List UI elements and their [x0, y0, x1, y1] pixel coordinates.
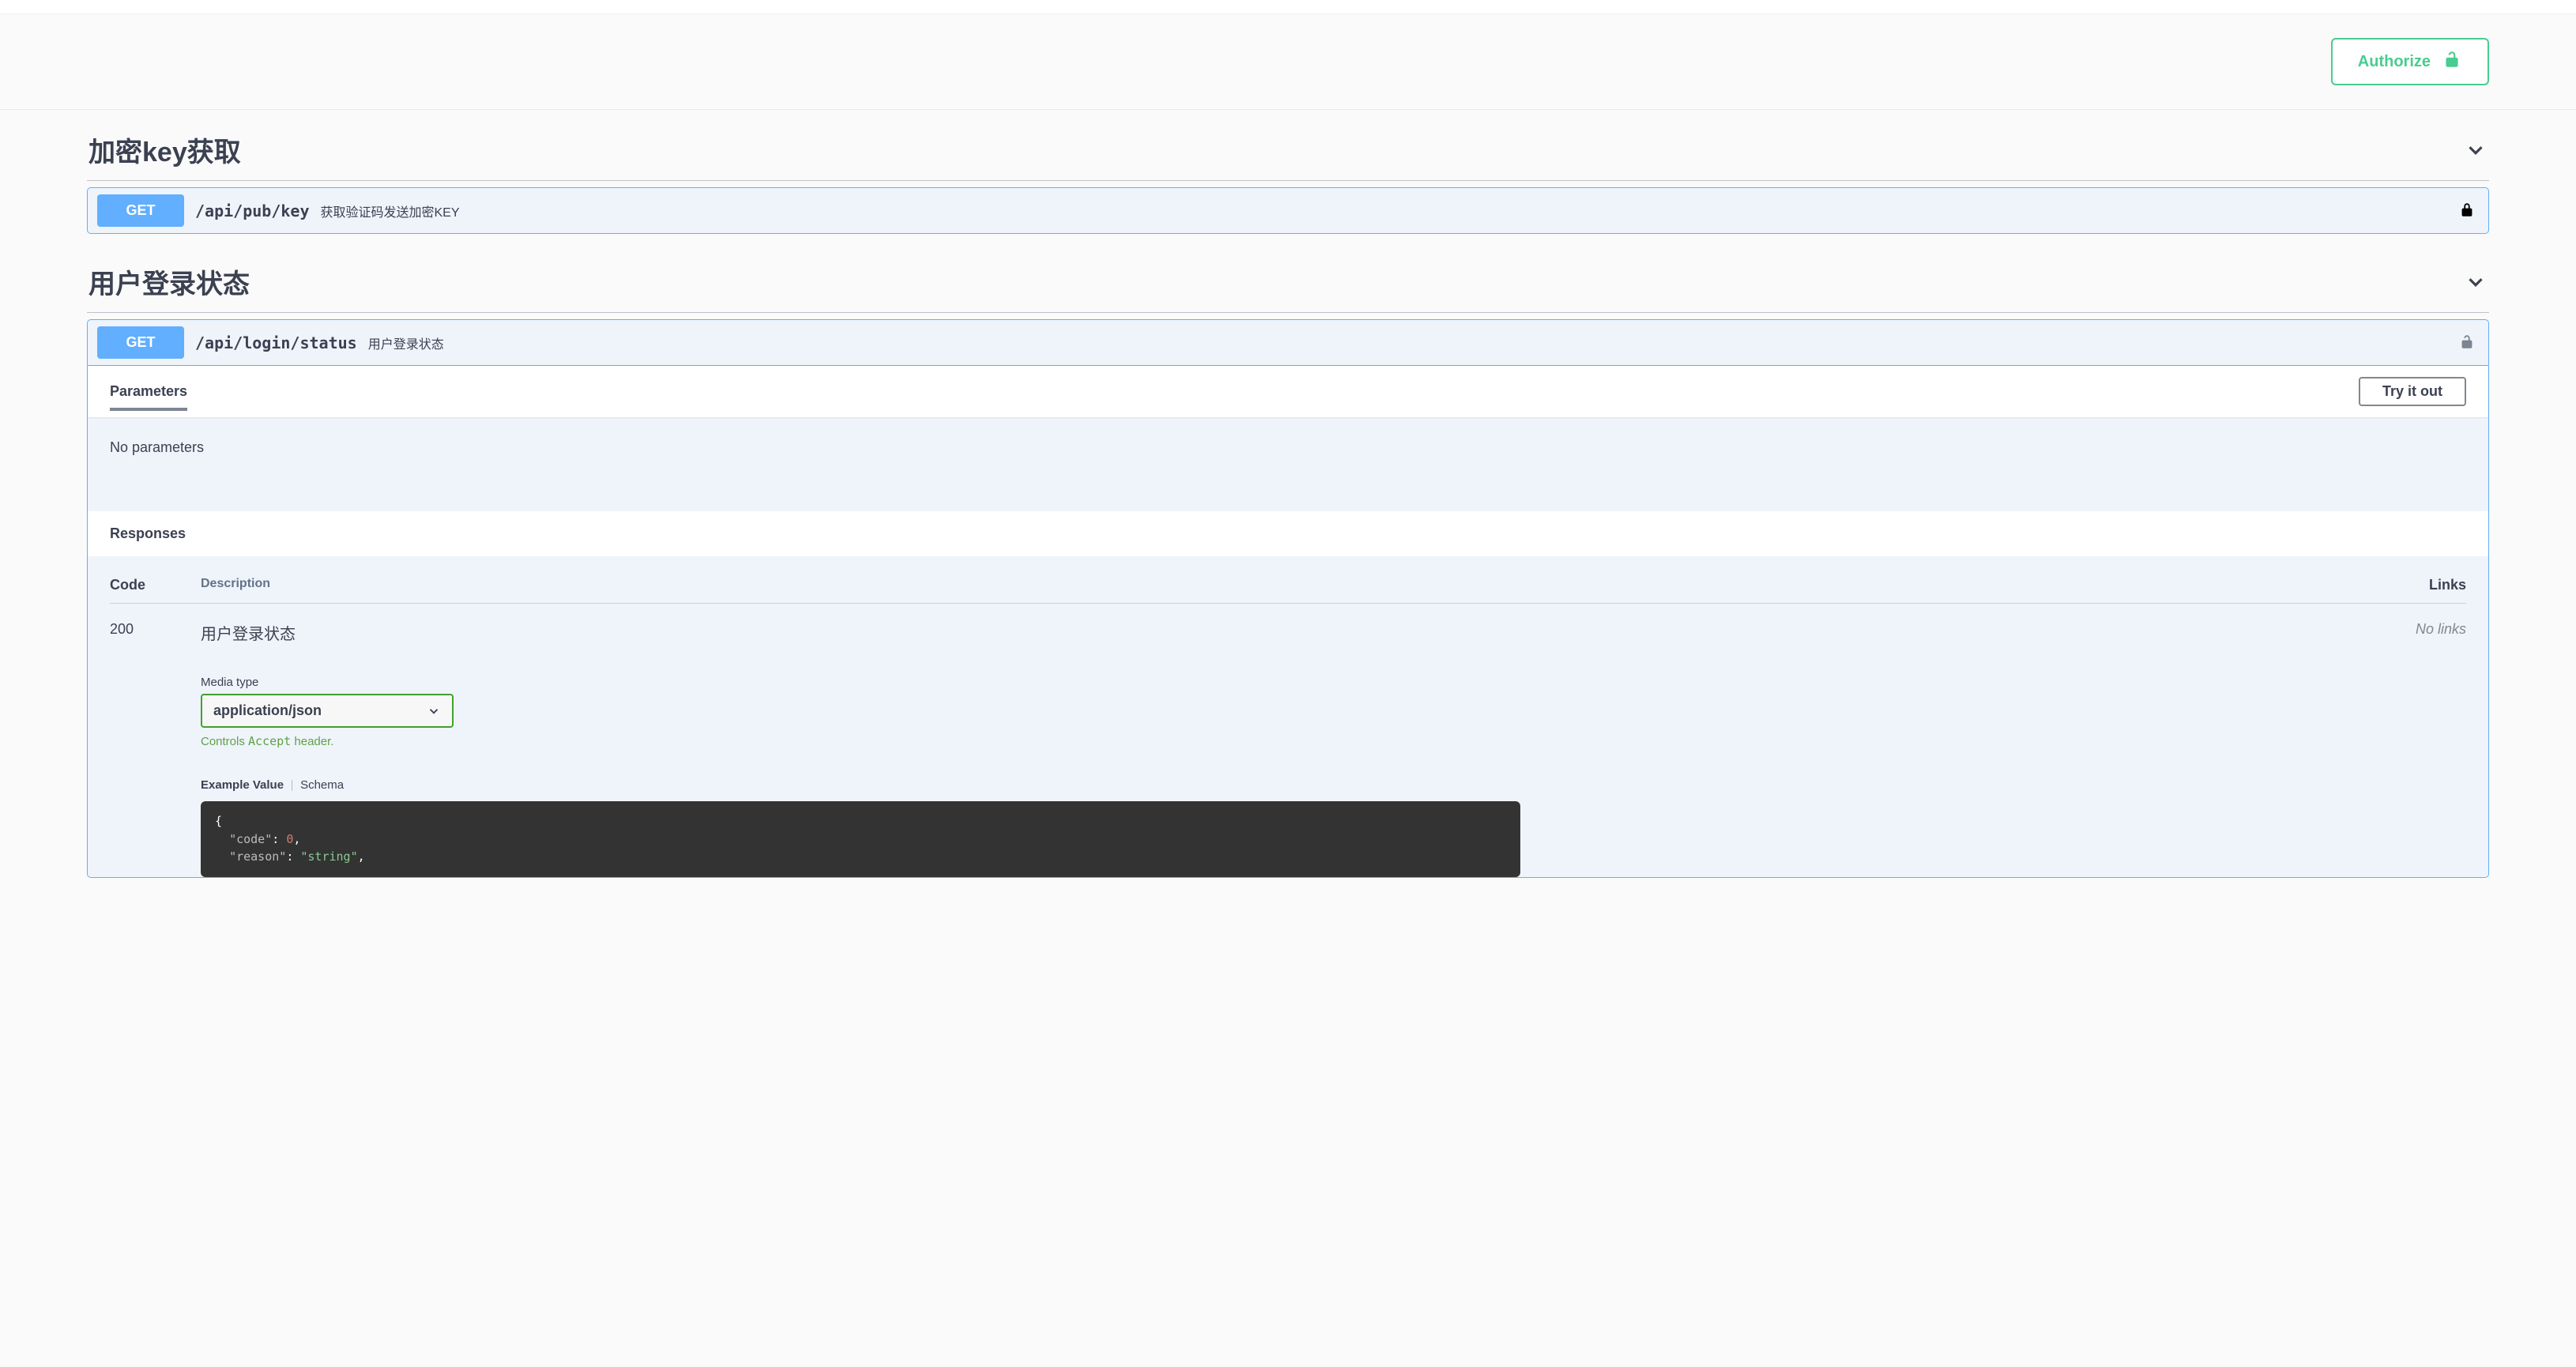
responses-title: Responses: [110, 525, 2466, 542]
response-row-200: 200 用户登录状态 Media type application/json C…: [110, 604, 2466, 877]
json-brace: {: [215, 814, 222, 828]
responses-table: Code Description Links 200 用户登录状态 Media …: [88, 556, 2488, 877]
media-type-select[interactable]: application/json: [201, 694, 454, 728]
op-get-pub-key: GET /api/pub/key 获取验证码发送加密KEY: [87, 187, 2489, 234]
example-code-block[interactable]: { "code": 0, "reason": "string",: [201, 801, 1520, 877]
authorize-label: Authorize: [2358, 53, 2431, 71]
col-code-header: Code: [110, 577, 201, 593]
hint-prefix: Controls: [201, 735, 248, 748]
json-val-code: 0: [286, 832, 293, 846]
chevron-down-icon: [427, 704, 441, 718]
op-path: /api/login/status: [195, 333, 357, 352]
op-get-login-status: GET /api/login/status 用户登录状态 Parameters …: [87, 319, 2489, 878]
lock-icon[interactable]: [2458, 201, 2476, 220]
col-links-header: Links: [2371, 577, 2466, 593]
json-val-reason: "string": [300, 849, 357, 864]
content: 加密key获取 GET /api/pub/key 获取验证码发送加密KEY 用户…: [0, 110, 2576, 909]
parameters-tab[interactable]: Parameters: [110, 383, 187, 400]
col-desc-header: Description: [201, 577, 2371, 593]
response-links: No links: [2371, 621, 2466, 877]
lock-open-icon[interactable]: [2458, 333, 2476, 352]
no-parameters-text: No parameters: [110, 439, 204, 455]
auth-bar: Authorize: [0, 14, 2576, 110]
tag-title: 加密key获取: [89, 130, 241, 169]
media-type-value: application/json: [213, 702, 322, 719]
parameters-header: Parameters Try it out: [88, 366, 2488, 417]
accept-hint: Controls Accept header.: [201, 734, 2371, 748]
lock-open-icon: [2442, 49, 2462, 74]
json-key-code: "code": [229, 832, 272, 846]
response-description: 用户登录状态: [201, 621, 2371, 644]
op-summary[interactable]: GET /api/pub/key 获取验证码发送加密KEY: [88, 188, 2488, 233]
response-description-block: 用户登录状态 Media type application/json Contr…: [201, 621, 2371, 877]
chevron-down-icon: [2464, 270, 2487, 294]
method-badge: GET: [97, 326, 184, 359]
method-badge: GET: [97, 194, 184, 227]
op-body: Parameters Try it out No parameters Resp…: [88, 365, 2488, 877]
hint-header-name: Accept: [248, 734, 291, 748]
op-path: /api/pub/key: [195, 201, 310, 220]
op-summary[interactable]: GET /api/login/status 用户登录状态: [88, 320, 2488, 365]
tab-schema[interactable]: Schema: [300, 778, 344, 792]
tag-title: 用户登录状态: [89, 262, 250, 301]
schema-tabs: Example Value Schema: [201, 778, 2371, 792]
try-it-out-button[interactable]: Try it out: [2359, 377, 2466, 406]
chevron-down-icon: [2464, 138, 2487, 162]
tag-header-key[interactable]: 加密key获取: [87, 110, 2489, 181]
media-type-label: Media type: [201, 676, 2371, 689]
parameters-area: No parameters: [88, 417, 2488, 511]
op-summary-desc: 用户登录状态: [368, 333, 444, 352]
tag-header-login-status[interactable]: 用户登录状态: [87, 242, 2489, 313]
json-key-reason: "reason": [229, 849, 286, 864]
window-top-strip: [0, 0, 2576, 14]
responses-header: Responses: [88, 511, 2488, 556]
response-code: 200: [110, 621, 201, 877]
hint-suffix: header.: [291, 735, 333, 748]
tab-example-value[interactable]: Example Value: [201, 778, 284, 792]
authorize-button[interactable]: Authorize: [2331, 38, 2489, 85]
responses-row-head: Code Description Links: [110, 577, 2466, 604]
op-summary-desc: 获取验证码发送加密KEY: [321, 201, 460, 220]
